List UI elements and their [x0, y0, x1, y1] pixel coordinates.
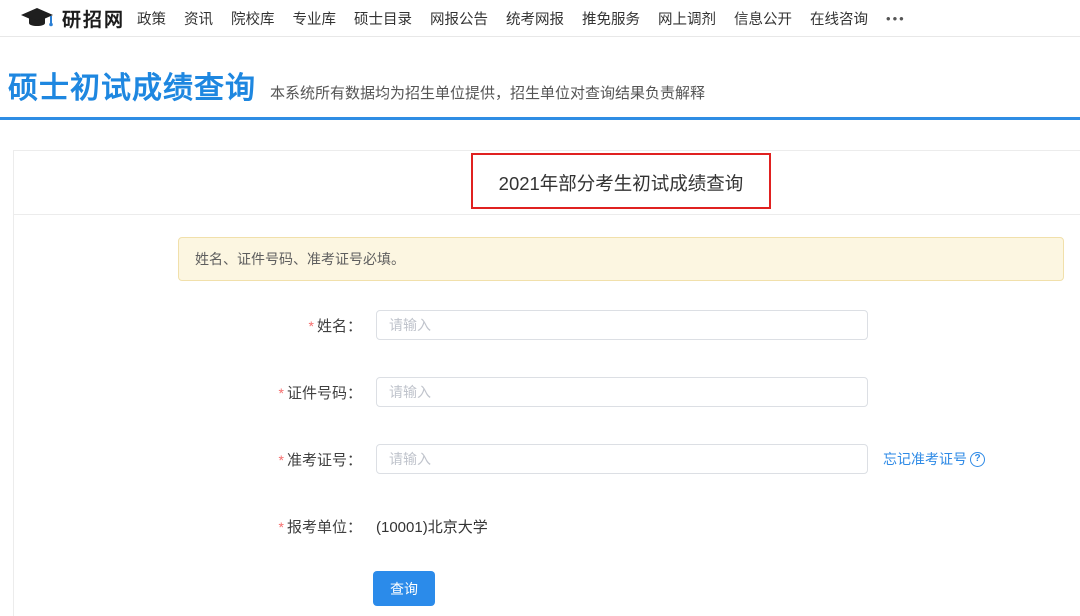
nav-item-online-consult[interactable]: 在线咨询 [810, 8, 868, 29]
name-label-text: 姓名： [317, 318, 362, 335]
name-label: *姓名： [14, 315, 362, 336]
main-nav: 政策 资讯 院校库 专业库 硕士目录 网报公告 统考网报 推免服务 网上调剂 信… [137, 8, 906, 29]
nav-item-info-disclosure[interactable]: 信息公开 [734, 8, 792, 29]
target-institution-label-text: 报考单位： [287, 519, 362, 536]
form-row-certificate-number: *证件号码： [14, 377, 1080, 407]
nav-item-unified-exam-report[interactable]: 统考网报 [506, 8, 564, 29]
target-institution-value: (10001)北京大学 [376, 516, 488, 537]
target-institution-label: *报考单位： [14, 516, 362, 537]
certificate-number-input[interactable] [376, 377, 868, 407]
admission-ticket-label-text: 准考证号： [287, 452, 362, 469]
certificate-number-label-text: 证件号码： [287, 385, 362, 402]
nav-item-master-catalog[interactable]: 硕士目录 [354, 8, 412, 29]
graduation-cap-icon [20, 7, 54, 30]
notice-text: 姓名、证件号码、准考证号必填。 [195, 249, 405, 269]
name-input[interactable] [376, 310, 868, 340]
form-row-name: *姓名： [14, 310, 1080, 340]
header-divider [0, 117, 1080, 120]
form-row-target-institution: *报考单位： (10001)北京大学 [14, 511, 1080, 541]
nav-item-college-library[interactable]: 院校库 [231, 8, 275, 29]
query-submit-button[interactable]: 查询 [373, 571, 435, 606]
notice-banner: 姓名、证件号码、准考证号必填。 [178, 237, 1064, 281]
page-title: 硕士初试成绩查询 [8, 63, 256, 107]
question-circle-icon: ? [970, 452, 985, 467]
nav-item-policy[interactable]: 政策 [137, 8, 166, 29]
logo-text: 研招网 [62, 5, 125, 32]
card-title-bar: 2021年部分考生初试成绩查询 [14, 151, 1080, 215]
required-mark: * [309, 318, 314, 334]
nav-more-ellipsis-icon[interactable]: ••• [886, 11, 906, 26]
forgot-admission-ticket-link-text: 忘记准考证号 [883, 449, 967, 469]
page-subtitle: 本系统所有数据均为招生单位提供，招生单位对查询结果负责解释 [270, 82, 705, 103]
nav-item-major-library[interactable]: 专业库 [293, 8, 337, 29]
nav-item-online-report-notice[interactable]: 网报公告 [430, 8, 488, 29]
site-logo[interactable]: 研招网 [20, 5, 125, 32]
page-header: 硕士初试成绩查询 本系统所有数据均为招生单位提供，招生单位对查询结果负责解释 [0, 37, 1080, 117]
forgot-admission-ticket-link[interactable]: 忘记准考证号 ? [883, 449, 985, 469]
required-mark: * [279, 519, 284, 535]
form-row-submit: 查询 [14, 571, 1080, 606]
form-row-admission-ticket: *准考证号： 忘记准考证号 ? [14, 444, 1080, 474]
score-query-card: 2021年部分考生初试成绩查询 姓名、证件号码、准考证号必填。 *姓名： *证件… [13, 150, 1080, 616]
certificate-number-label: *证件号码： [14, 382, 362, 403]
top-navbar: 研招网 政策 资讯 院校库 专业库 硕士目录 网报公告 统考网报 推免服务 网上… [0, 0, 1080, 37]
nav-item-news[interactable]: 资讯 [184, 8, 213, 29]
required-mark: * [279, 385, 284, 401]
required-mark: * [279, 452, 284, 468]
nav-item-exemption-service[interactable]: 推免服务 [582, 8, 640, 29]
card-title: 2021年部分考生初试成绩查询 [499, 170, 744, 196]
admission-ticket-input[interactable] [376, 444, 868, 474]
admission-ticket-label: *准考证号： [14, 449, 362, 470]
nav-item-online-adjustment[interactable]: 网上调剂 [658, 8, 716, 29]
query-form: 姓名、证件号码、准考证号必填。 *姓名： *证件号码： *准考证号： 忘记准考证… [14, 215, 1080, 606]
